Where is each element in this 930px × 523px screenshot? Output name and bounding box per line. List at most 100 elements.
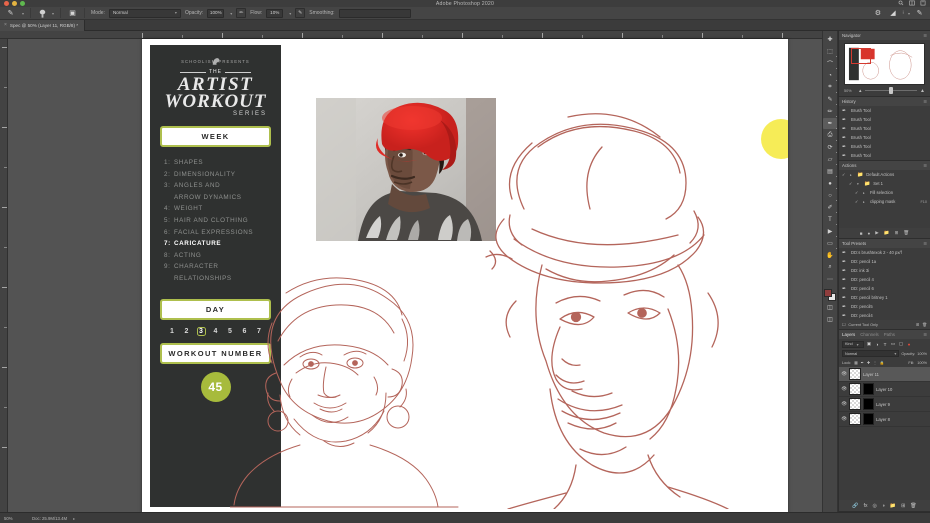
crop-tool[interactable]: ⌗: [823, 82, 837, 93]
list-item[interactable]: ✓ ▸ Fill selection: [839, 188, 930, 197]
list-item[interactable]: 6: FACIAL EXPRESSIONS: [164, 227, 281, 239]
list-item[interactable]: ✒ Brush Tool: [839, 115, 930, 124]
lock-artboard-icon[interactable]: ⋮: [873, 360, 877, 365]
list-item[interactable]: ✒ DD: pencil britney 1: [839, 293, 930, 302]
rectangle-tool[interactable]: ▭: [823, 238, 837, 249]
horizontal-type-tool[interactable]: T: [823, 214, 837, 225]
blend-opacity-row[interactable]: Normal ▾ Opacity: 100%: [839, 349, 930, 358]
layer-name[interactable]: Layer 11: [863, 372, 879, 377]
lasso-tool[interactable]: ⌒: [823, 58, 837, 69]
reference-photo[interactable]: [316, 98, 496, 241]
current-tool-only-checkbox[interactable]: ☐: [842, 322, 845, 327]
day-2[interactable]: 2: [182, 327, 191, 336]
tool-presets-footer[interactable]: ☐ Current Tool Only ⊞ 🗑: [839, 320, 930, 329]
navigator-view-box[interactable]: [851, 48, 871, 64]
search-icon[interactable]: [898, 0, 904, 6]
tool-preset-chevron-icon[interactable]: ▾: [22, 11, 24, 16]
layer-blend-mode-select[interactable]: Normal ▾: [842, 350, 900, 357]
lock-position-icon[interactable]: ✚: [867, 360, 870, 365]
list-item[interactable]: ✓ ▾ 📁 Set 1: [839, 179, 930, 188]
clone-stamp-tool[interactable]: ⎙: [823, 130, 837, 141]
symmetry-icon[interactable]: ⁝ ▾: [902, 10, 910, 16]
list-item[interactable]: ✒ Brush Tool: [839, 133, 930, 142]
list-item[interactable]: 3: ANGLES AND: [164, 180, 281, 192]
opacity-chevron-icon[interactable]: ▾: [230, 11, 232, 16]
history-brush-tool[interactable]: ⟳: [823, 142, 837, 153]
new-preset-icon[interactable]: ⊞: [916, 322, 919, 327]
adjustment-layer-icon[interactable]: ◑: [882, 503, 885, 509]
eraser-tool[interactable]: ▱: [823, 154, 837, 165]
pen-tool[interactable]: ✐: [823, 202, 837, 213]
history-list[interactable]: ✒ Brush Tool ✒ Brush Tool ✒ Brush Tool ✒ Bru…: [839, 106, 930, 160]
day-3-selected[interactable]: 3: [196, 326, 206, 336]
layer-opacity-value[interactable]: 100%: [917, 352, 927, 356]
gradient-tool[interactable]: ▤: [823, 166, 837, 177]
play-icon[interactable]: ▶: [875, 230, 879, 236]
status-zoom-value[interactable]: 50%: [4, 516, 26, 521]
document-tab[interactable]: × Spec @ 50% (Layer 11, RGB/8) *: [0, 19, 86, 31]
layer-mask-thumbnail[interactable]: [863, 383, 874, 395]
day-1[interactable]: 1: [168, 327, 177, 336]
fill-value[interactable]: 100%: [917, 361, 927, 365]
panel-menu-icon[interactable]: ☰: [923, 241, 927, 246]
list-item[interactable]: 4: WEIGHT: [164, 203, 281, 215]
tool-presets-panel-header[interactable]: Tool Presets ☰: [839, 239, 930, 248]
pressure-opacity-icon[interactable]: ✏: [236, 8, 247, 18]
flow-input[interactable]: 10%: [266, 8, 284, 18]
zoom-tool[interactable]: ⌕: [823, 262, 837, 273]
eye-icon[interactable]: 👁: [841, 416, 847, 422]
workspace-switcher-icon[interactable]: [920, 0, 926, 6]
new-set-icon[interactable]: 📁: [884, 230, 890, 236]
list-item[interactable]: ✒ DD: pencil 1a: [839, 257, 930, 266]
blend-mode-select[interactable]: Normal ▾: [108, 8, 181, 18]
opacity-input[interactable]: 100%: [207, 8, 225, 18]
layer-thumbnail[interactable]: [849, 413, 861, 425]
new-layer-icon[interactable]: ⊞: [901, 503, 905, 509]
delete-preset-icon[interactable]: 🗑: [922, 322, 927, 327]
layer-style-icon[interactable]: fx: [864, 503, 868, 509]
panel-menu-icon[interactable]: ☰: [923, 163, 927, 168]
airbrush-icon[interactable]: ✎: [295, 8, 306, 18]
list-item[interactable]: 8: ACTING: [164, 250, 281, 262]
layer-name[interactable]: Layer 9: [876, 402, 890, 407]
chevron-down-icon[interactable]: ▾: [52, 11, 54, 16]
canvas-area[interactable]: SCHOOLISM PRESENTS THE ARTIST WORKOUT SE…: [0, 31, 822, 513]
eyedropper-tool[interactable]: ✎: [823, 94, 837, 105]
eye-icon[interactable]: 👁: [841, 386, 847, 392]
table-row[interactable]: 👁 Layer 11: [839, 367, 930, 382]
zoom-slider[interactable]: [864, 87, 918, 94]
zoom-out-icon[interactable]: ▴: [859, 88, 862, 94]
brush-angle-icon[interactable]: ◢: [887, 8, 898, 19]
smoothing-options-icon[interactable]: ⚙: [872, 8, 883, 19]
color-swatches[interactable]: [824, 289, 836, 301]
tools-panel[interactable]: ✚ ⬚ ⌒ ◔ ⌗ ✎ ✏ ✒ ⎙ ⟳ ▱ ▤ ● ○ ✐ T ▶ ▭ ✋ ⌕ …: [822, 31, 838, 512]
list-item[interactable]: ✒ Brush Tool: [839, 106, 930, 115]
screen-mode-icon[interactable]: ◫: [823, 314, 837, 325]
lock-all-icon[interactable]: 🔒: [880, 360, 885, 365]
panel-menu-icon[interactable]: ☰: [923, 332, 927, 337]
arrange-documents-icon[interactable]: [909, 0, 915, 6]
quick-selection-tool[interactable]: ◔: [823, 70, 837, 81]
list-item[interactable]: ✒ DD:s brushtexok 2 - 40 px/f: [839, 248, 930, 257]
table-row[interactable]: 👁 Layer 8: [839, 412, 930, 427]
blur-tool[interactable]: ●: [823, 178, 837, 189]
table-row[interactable]: 👁 Layer 9: [839, 397, 930, 412]
layer-thumbnail[interactable]: [849, 383, 861, 395]
layer-name[interactable]: Layer 10: [876, 387, 892, 392]
panel-menu-icon[interactable]: ☰: [923, 33, 927, 38]
list-item-selected[interactable]: 7: CARICATURE: [164, 238, 281, 250]
navigator-thumbnail[interactable]: [844, 43, 925, 85]
list-item[interactable]: ✒ DD: ink 3i: [839, 266, 930, 275]
lock-transparent-icon[interactable]: ▦: [854, 360, 858, 365]
navigator-body[interactable]: 50% ▴ ▲: [839, 40, 930, 96]
tab-paths[interactable]: Paths: [884, 332, 895, 337]
day-4[interactable]: 4: [211, 327, 220, 336]
quick-mask-icon[interactable]: ◫: [823, 302, 837, 313]
list-item[interactable]: ✒ Brush Tool: [839, 151, 930, 160]
layer-thumbnail[interactable]: [849, 398, 861, 410]
navigator-panel-header[interactable]: Navigator ☰: [839, 31, 930, 40]
list-item[interactable]: ✒ DD: pencil4: [839, 311, 930, 320]
artboard[interactable]: SCHOOLISM PRESENTS THE ARTIST WORKOUT SE…: [142, 39, 788, 513]
filter-pixel-icon[interactable]: ▣: [866, 341, 872, 348]
lock-image-icon[interactable]: ✒: [861, 360, 864, 365]
